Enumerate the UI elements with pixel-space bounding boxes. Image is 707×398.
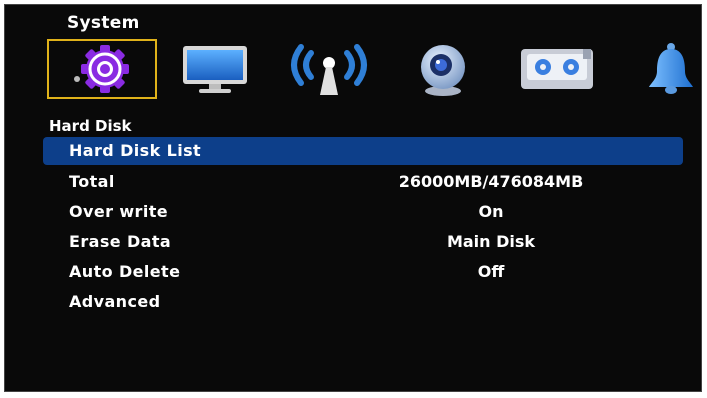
bell-icon (649, 43, 693, 94)
category-icon-bar (43, 39, 693, 101)
menu-item-label: Total (69, 172, 115, 191)
dvr-menu-screen: System Hard Disk Hard Disk List Total 26… (4, 4, 702, 392)
tab-camera[interactable] (389, 39, 497, 99)
gear-icon (74, 45, 129, 93)
menu-item-label: Erase Data (69, 232, 172, 251)
menu-item-label: Advanced (69, 292, 161, 311)
tab-alarm[interactable] (617, 39, 701, 99)
settings-menu: Hard Disk List Total 26000MB/476084MB Ov… (43, 137, 683, 317)
menu-item-erase-data[interactable]: Erase Data Main Disk (43, 227, 683, 257)
menu-item-auto-delete[interactable]: Auto Delete Off (43, 257, 683, 287)
section-label: Hard Disk (49, 117, 132, 135)
antenna-icon (291, 44, 367, 95)
erase-data-value: Main Disk (446, 232, 536, 251)
monitor-icon (183, 46, 247, 93)
webcam-icon (421, 45, 465, 96)
menu-item-total[interactable]: Total 26000MB/476084MB (43, 167, 683, 197)
menu-item-overwrite[interactable]: Over write On (43, 197, 683, 227)
cassette-icon (521, 49, 593, 89)
total-capacity-value: 26000MB/476084MB (398, 172, 584, 191)
tab-recording[interactable] (503, 39, 611, 99)
tab-display[interactable] (161, 39, 269, 99)
tab-system[interactable] (47, 39, 157, 99)
menu-item-hard-disk-list[interactable]: Hard Disk List (43, 137, 683, 165)
menu-item-advanced[interactable]: Advanced (43, 287, 683, 317)
page-title: System (67, 13, 140, 33)
menu-item-label: Hard Disk List (69, 141, 202, 160)
tab-network[interactable] (275, 39, 383, 99)
menu-item-label: Over write (69, 202, 168, 221)
auto-delete-value: Off (477, 262, 505, 281)
overwrite-value: On (478, 202, 504, 221)
menu-item-label: Auto Delete (69, 262, 181, 281)
